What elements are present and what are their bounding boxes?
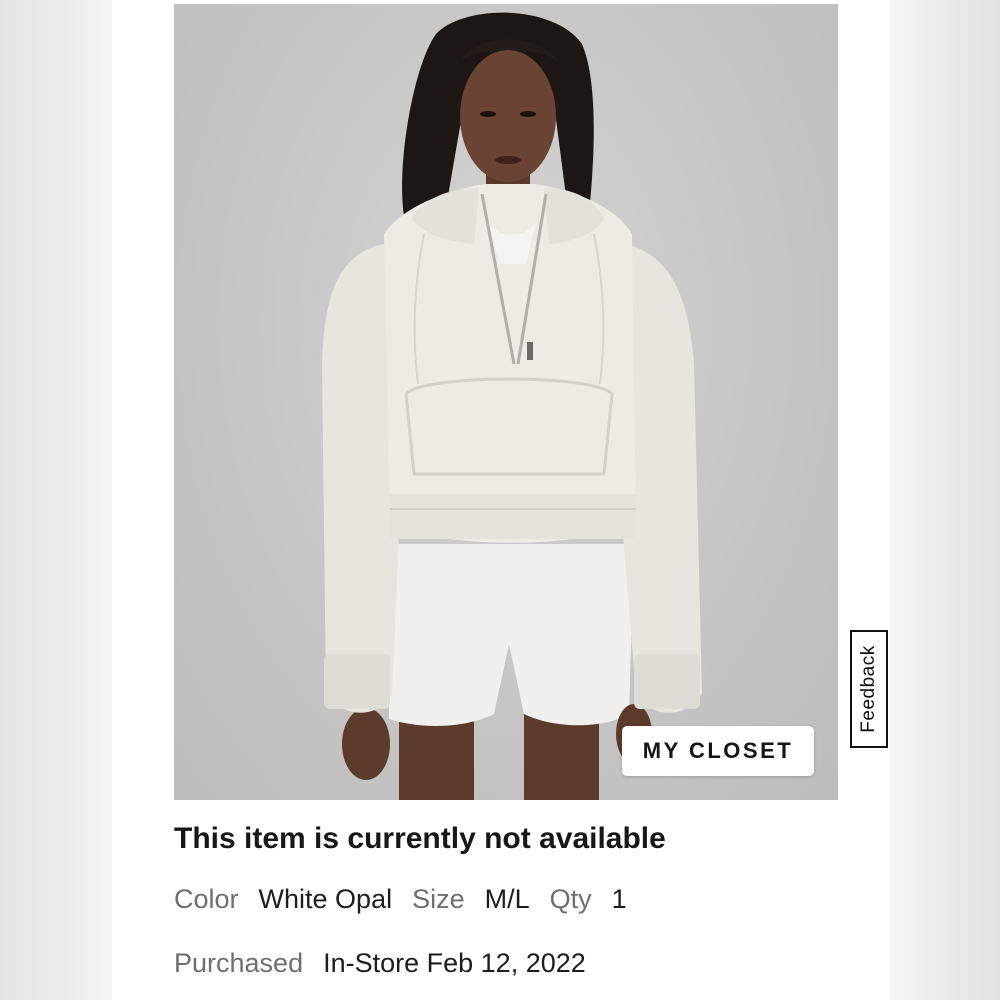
model-illustration <box>322 12 702 800</box>
product-image[interactable] <box>174 4 838 800</box>
feedback-label: Feedback <box>858 645 879 733</box>
color-label: Color <box>174 884 239 914</box>
right-blurred-backdrop <box>890 0 1000 1000</box>
availability-status: This item is currently not available <box>174 822 666 855</box>
qty-label: Qty <box>549 884 592 914</box>
color-value: White Opal <box>258 884 393 914</box>
purchased-label: Purchased <box>174 948 304 978</box>
size-value: M/L <box>484 884 530 914</box>
qty-value: 1 <box>611 884 627 914</box>
my-closet-button[interactable]: MY CLOSET <box>622 726 814 776</box>
feedback-tab[interactable]: Feedback <box>850 630 888 748</box>
left-blurred-backdrop <box>0 0 112 1000</box>
product-details-row: Color White Opal Size M/L Qty 1 <box>174 884 627 915</box>
purchased-value: In-Store Feb 12, 2022 <box>323 948 586 978</box>
purchase-info-row: Purchased In-Store Feb 12, 2022 <box>174 948 586 979</box>
size-label: Size <box>412 884 465 914</box>
